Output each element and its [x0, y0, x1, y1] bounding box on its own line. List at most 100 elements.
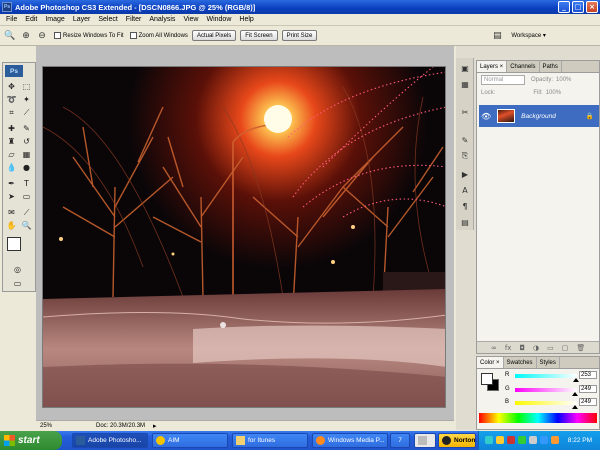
document-canvas[interactable]: [42, 66, 446, 408]
close-button[interactable]: ×: [586, 1, 598, 13]
menu-file[interactable]: File: [2, 16, 21, 23]
fit-screen-button[interactable]: Fit Screen: [240, 30, 278, 41]
slice-tool-icon[interactable]: ⟋: [20, 107, 33, 118]
character-icon[interactable]: A: [459, 184, 471, 196]
type-tool-icon[interactable]: T: [20, 178, 33, 189]
g-value[interactable]: 249: [579, 385, 597, 393]
pen-tool-icon[interactable]: ✒: [5, 178, 18, 189]
path-select-tool-icon[interactable]: ➤: [5, 191, 18, 202]
adjustment-layer-icon[interactable]: ◑: [533, 344, 539, 352]
layer-mask-icon[interactable]: ◘: [519, 344, 525, 352]
blur-tool-icon[interactable]: 💧: [5, 162, 18, 173]
tray-display-icon[interactable]: [540, 436, 548, 444]
screen-mode-icon[interactable]: ▭: [11, 278, 24, 289]
menu-window[interactable]: Window: [202, 16, 235, 23]
tray-volume-icon[interactable]: [529, 436, 537, 444]
gradient-tool-icon[interactable]: ▦: [20, 149, 33, 160]
taskbar-quick-icon[interactable]: [414, 433, 436, 448]
g-slider-handle[interactable]: [572, 392, 578, 396]
bridge-icon[interactable]: ▤: [491, 30, 503, 42]
zoom-level[interactable]: 25%: [40, 423, 52, 429]
zoom-in-icon[interactable]: ⊕: [20, 30, 32, 42]
workspace-menu[interactable]: Workspace ▾: [511, 32, 546, 39]
brush-tool-icon[interactable]: ✎: [20, 123, 33, 134]
dodge-tool-icon[interactable]: ●: [20, 162, 33, 173]
resize-windows-checkbox[interactable]: [54, 32, 61, 39]
blend-mode-select[interactable]: Normal: [481, 74, 525, 85]
opacity-value[interactable]: 100%: [556, 77, 571, 83]
taskbar-item-aim[interactable]: AIM: [152, 433, 228, 448]
zoom-tool-icon-box[interactable]: 🔍: [20, 220, 33, 231]
r-slider[interactable]: [515, 374, 577, 378]
history-brush-tool-icon[interactable]: ↺: [20, 136, 33, 147]
b-slider[interactable]: [515, 401, 577, 405]
magic-wand-tool-icon[interactable]: ✦: [20, 94, 33, 105]
clock[interactable]: 8:22 PM: [568, 437, 592, 444]
layer-name[interactable]: Background: [521, 113, 556, 120]
zoom-out-icon[interactable]: ⊖: [36, 30, 48, 42]
tab-styles[interactable]: Styles: [537, 357, 560, 368]
visibility-eye-icon[interactable]: 👁: [481, 112, 491, 121]
layer-comps-icon[interactable]: ▤: [459, 216, 471, 228]
taskbar-item-media-player[interactable]: Windows Media P...: [312, 433, 388, 448]
clone-stamp-tool-icon[interactable]: ♜: [5, 136, 18, 147]
tab-channels[interactable]: Channels: [507, 61, 540, 72]
taskbar-group-button[interactable]: 7: [390, 433, 410, 448]
start-button[interactable]: start: [0, 431, 62, 450]
paragraph-icon[interactable]: ¶: [459, 200, 471, 212]
brushes-icon[interactable]: ✎: [459, 134, 471, 146]
menu-select[interactable]: Select: [94, 16, 121, 23]
tray-aim-icon[interactable]: [496, 436, 504, 444]
color-spectrum-ramp[interactable]: [479, 413, 597, 423]
tray-security-icon[interactable]: [507, 436, 515, 444]
zoom-all-checkbox[interactable]: [129, 32, 137, 39]
menu-image[interactable]: Image: [41, 16, 68, 23]
b-slider-handle[interactable]: [572, 405, 578, 409]
lasso-tool-icon[interactable]: ➰: [5, 94, 18, 105]
print-size-button[interactable]: Print Size: [281, 30, 318, 41]
norton-button[interactable]: Norton: [438, 433, 476, 448]
menu-help[interactable]: Help: [235, 16, 257, 23]
new-group-icon[interactable]: ▭: [547, 344, 554, 352]
link-layers-icon[interactable]: ∞: [491, 344, 497, 352]
tool-presets-icon[interactable]: ✂: [459, 106, 471, 118]
hand-tool-icon[interactable]: ✋: [5, 220, 18, 231]
b-value[interactable]: 249: [579, 398, 597, 406]
actual-pixels-button[interactable]: Actual Pixels: [191, 30, 237, 41]
delete-layer-icon[interactable]: 🗑: [576, 344, 585, 352]
layer-style-icon[interactable]: fx: [505, 344, 512, 352]
tray-update-icon[interactable]: [518, 436, 526, 444]
actions-icon[interactable]: ▶: [459, 168, 471, 180]
eyedropper-tool-icon[interactable]: ⟋: [20, 207, 33, 218]
fill-value[interactable]: 100%: [546, 90, 561, 96]
menu-filter[interactable]: Filter: [122, 16, 146, 23]
layer-row-background[interactable]: 👁 Background 🔒: [479, 105, 599, 127]
tab-paths[interactable]: Paths: [540, 61, 562, 72]
foreground-color-swatch[interactable]: [7, 237, 21, 251]
clone-source-icon[interactable]: ⎘: [459, 150, 471, 162]
crop-tool-icon[interactable]: ⌗: [5, 107, 18, 118]
shape-tool-icon[interactable]: ▭: [20, 191, 33, 202]
taskbar-item-photoshop[interactable]: Adobe Photosho...: [72, 433, 148, 448]
histogram-icon[interactable]: ▦: [459, 78, 471, 90]
tray-misc-icon[interactable]: [551, 436, 559, 444]
menu-view[interactable]: View: [179, 16, 202, 23]
menu-analysis[interactable]: Analysis: [145, 16, 179, 23]
g-slider[interactable]: [515, 388, 577, 392]
tab-color[interactable]: Color ×: [477, 357, 504, 368]
taskbar-item-folder[interactable]: for Itunes: [232, 433, 308, 448]
tray-network-icon[interactable]: [485, 436, 493, 444]
tab-swatches[interactable]: Swatches: [504, 357, 537, 368]
eraser-tool-icon[interactable]: ▱: [5, 149, 18, 160]
minimize-button[interactable]: _: [558, 1, 570, 13]
marquee-tool-icon[interactable]: ⬚: [20, 81, 33, 92]
tab-layers[interactable]: Layers ×: [477, 61, 508, 72]
new-layer-icon[interactable]: ▢: [562, 344, 569, 352]
notes-tool-icon[interactable]: ✉: [5, 207, 18, 218]
maximize-button[interactable]: □: [572, 1, 584, 13]
zoom-tool-icon[interactable]: 🔍: [4, 30, 16, 42]
menu-edit[interactable]: Edit: [21, 16, 41, 23]
color-foreground-swatch[interactable]: [481, 373, 493, 385]
navigator-icon[interactable]: ▣: [459, 62, 471, 74]
move-tool-icon[interactable]: ✥: [5, 81, 18, 92]
